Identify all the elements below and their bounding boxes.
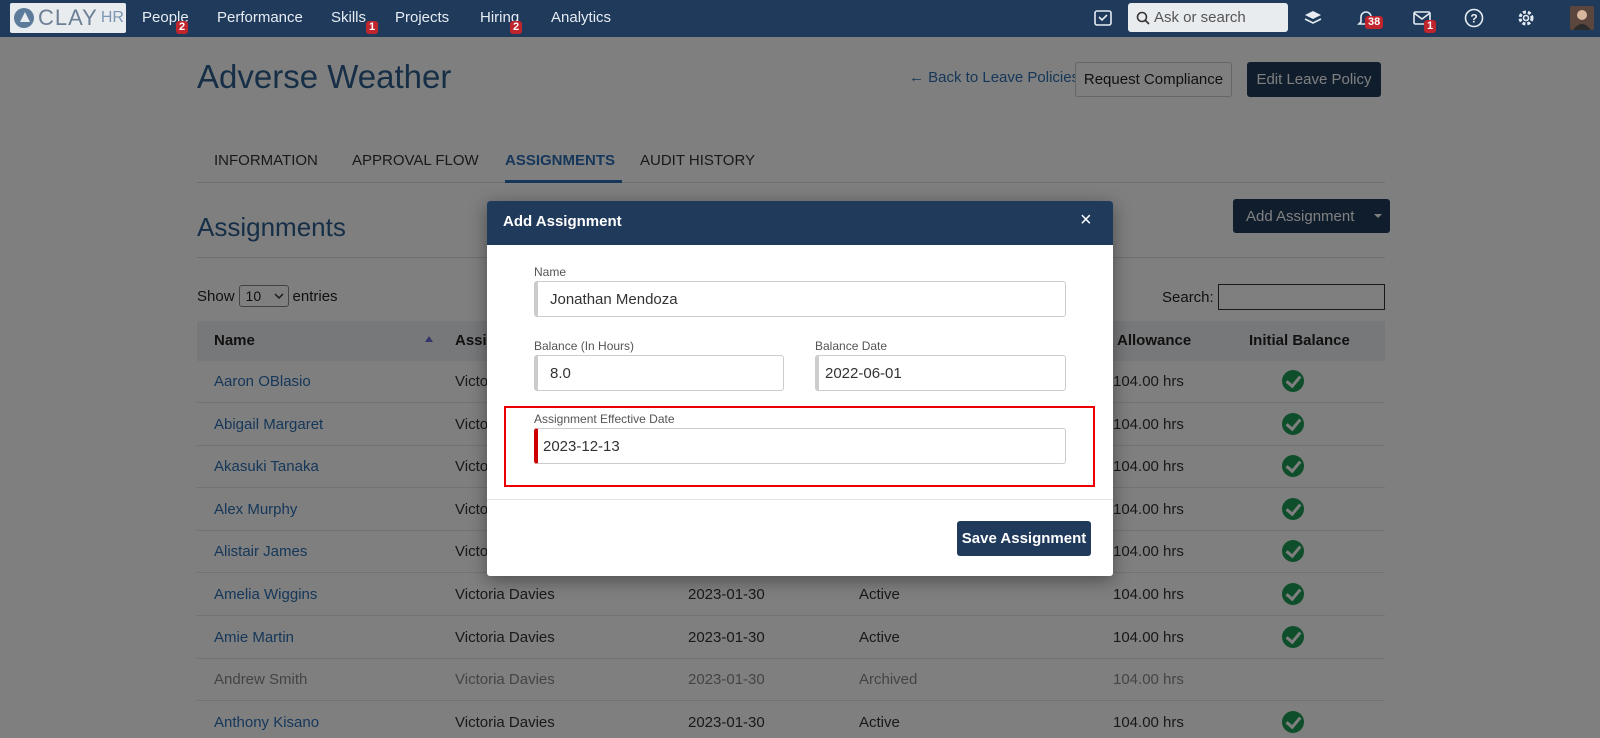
hiring-badge: 2 bbox=[510, 21, 523, 34]
skills-badge: 1 bbox=[366, 21, 379, 34]
balance-label: Balance (In Hours) bbox=[534, 339, 635, 353]
svg-text:?: ? bbox=[1470, 12, 1477, 26]
help-icon[interactable]: ? bbox=[1463, 7, 1485, 29]
nav-performance[interactable]: Performance bbox=[217, 9, 303, 26]
name-label: Name bbox=[534, 265, 567, 279]
save-assignment-button[interactable]: Save Assignment bbox=[957, 521, 1091, 556]
balance-date-field[interactable]: 2022-06-01 bbox=[815, 355, 1066, 391]
people-badge: 2 bbox=[176, 21, 189, 34]
logo-text: CLAY bbox=[38, 5, 98, 30]
logo-hr: HR bbox=[100, 9, 124, 26]
top-navbar: CLAY HR People 2 Performance Skills 1 Pr… bbox=[0, 0, 1600, 37]
balance-field[interactable]: 8.0 bbox=[534, 355, 784, 391]
effective-date-value: 2023-12-13 bbox=[543, 437, 620, 455]
modal-header: Add Assignment × bbox=[487, 201, 1113, 245]
search-placeholder: Ask or search bbox=[1154, 9, 1246, 26]
name-value: Jonathan Mendoza bbox=[550, 290, 678, 308]
messages-badge: 1 bbox=[1424, 20, 1437, 33]
modal-footer-divider bbox=[487, 499, 1113, 500]
name-field[interactable]: Jonathan Mendoza bbox=[534, 281, 1066, 317]
balance-value: 8.0 bbox=[550, 364, 571, 382]
modal-title: Add Assignment bbox=[503, 213, 622, 230]
add-assignment-modal: Add Assignment × Name Jonathan Mendoza B… bbox=[487, 201, 1113, 576]
clayhr-logo[interactable]: CLAY HR bbox=[10, 3, 126, 33]
notifications-badge: 38 bbox=[1365, 16, 1384, 29]
effective-date-field[interactable]: 2023-12-13 bbox=[534, 428, 1066, 464]
balance-date-value: 2022-06-01 bbox=[825, 364, 902, 382]
layers-icon[interactable] bbox=[1302, 7, 1324, 29]
logo-icon bbox=[14, 8, 34, 28]
search-input[interactable]: Ask or search bbox=[1128, 3, 1288, 32]
user-avatar[interactable] bbox=[1570, 6, 1594, 30]
gear-icon[interactable] bbox=[1515, 7, 1537, 29]
search-icon bbox=[1136, 11, 1150, 25]
close-icon[interactable]: × bbox=[1080, 209, 1092, 232]
inbox-check-icon[interactable] bbox=[1092, 7, 1114, 29]
nav-analytics[interactable]: Analytics bbox=[551, 9, 611, 26]
balance-date-label: Balance Date bbox=[815, 339, 888, 353]
nav-projects[interactable]: Projects bbox=[395, 9, 449, 26]
avatar-icon bbox=[1570, 6, 1594, 30]
nav-skills[interactable]: Skills bbox=[331, 9, 366, 26]
effective-date-label: Assignment Effective Date bbox=[534, 412, 675, 426]
